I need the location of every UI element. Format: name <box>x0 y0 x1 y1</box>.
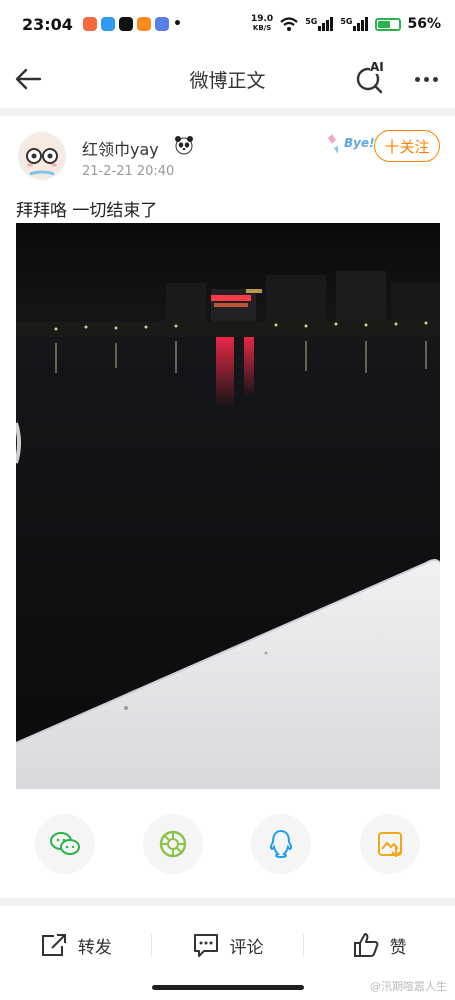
app-icon <box>82 17 97 31</box>
app-icon <box>136 17 151 31</box>
signal-2-label: 5G <box>340 17 353 26</box>
battery-icon <box>375 17 402 31</box>
signal-1: 5G <box>305 17 334 31</box>
post-time: 21-2-21 20:40 <box>82 164 175 179</box>
ai-search-button[interactable]: AI <box>353 60 387 96</box>
net-speed: 19.0 KB/S <box>251 15 273 33</box>
divider <box>0 898 455 906</box>
moments-icon <box>159 830 187 858</box>
save-image-icon <box>378 832 402 858</box>
avatar[interactable] <box>18 132 66 180</box>
watermark: @汛期喧嚣人生 <box>370 980 447 993</box>
more-options-button[interactable] <box>409 62 443 96</box>
net-speed-value: 19.0 <box>250 14 274 24</box>
signal-2: 5G <box>340 17 369 31</box>
back-arrow-icon[interactable] <box>12 62 46 96</box>
more-dot <box>423 76 429 82</box>
share-wechat-button[interactable] <box>35 814 95 874</box>
share-qq-button[interactable] <box>251 814 311 874</box>
action-bar: 转发 评论 赞 <box>0 914 455 976</box>
comment-button[interactable]: 评论 <box>152 914 304 976</box>
repost-icon <box>41 934 66 956</box>
status-bar: 23:04 • 19.0 KB/S 5G 5G 56% <box>0 0 455 48</box>
app-icon <box>154 17 169 31</box>
username[interactable]: 红领巾yay <box>82 136 159 160</box>
comment-label: 评论 <box>229 937 264 958</box>
share-row <box>0 814 455 876</box>
avatar-image <box>24 140 60 176</box>
like-button[interactable]: 赞 <box>303 914 455 976</box>
home-indicator[interactable] <box>152 985 304 990</box>
status-time: 23:04 <box>22 14 73 34</box>
panda-emoji-icon <box>175 136 193 155</box>
signal-icon <box>318 17 334 31</box>
follow-button[interactable]: 十关注 <box>374 130 440 162</box>
post-image[interactable] <box>16 223 440 789</box>
post-header: 红领巾yay 21-2-21 20:40 Bye! 十关注 <box>16 128 441 188</box>
page-title: 微博正文 <box>189 69 266 92</box>
signal-icon <box>353 17 369 31</box>
notification-icons: • <box>82 16 182 32</box>
nav-bar: 微博正文 AI <box>0 52 455 106</box>
app-icon <box>100 17 115 31</box>
badge-text: Bye! <box>344 136 375 150</box>
wifi-icon <box>280 17 298 31</box>
share-moments-button[interactable] <box>143 814 203 874</box>
save-image-button[interactable] <box>360 814 420 874</box>
net-speed-unit: KB/S <box>252 24 272 32</box>
thumbs-up-icon <box>353 933 379 957</box>
more-dot <box>432 76 438 82</box>
repost-label: 转发 <box>77 937 112 958</box>
ai-label: AI <box>370 60 384 74</box>
wechat-icon <box>50 832 80 855</box>
post-text: 拜拜咯 一切结束了 <box>16 201 158 221</box>
divider <box>0 108 455 116</box>
battery-percent: 56% <box>407 16 441 32</box>
more-dot <box>414 76 420 82</box>
comment-icon <box>193 934 218 957</box>
more-notifications-dot: • <box>172 16 182 32</box>
repost-button[interactable]: 转发 <box>0 914 152 976</box>
tiktok-icon <box>118 17 133 31</box>
qq-icon <box>269 829 293 859</box>
signal-1-label: 5G <box>305 17 318 26</box>
like-label: 赞 <box>389 937 407 958</box>
night-river-photo <box>16 223 440 789</box>
